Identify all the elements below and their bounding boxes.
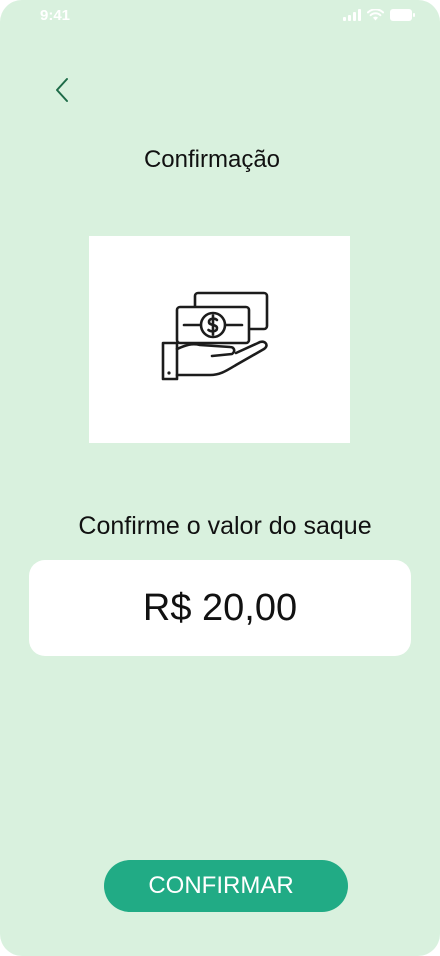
- wifi-icon: [367, 9, 384, 21]
- status-icons: [343, 9, 416, 21]
- signal-icon: [343, 9, 361, 21]
- withdraw-prompt: Confirme o valor do saque: [78, 512, 372, 540]
- app-screen: 9:41 Confirmação Confirme o valor do saq…: [0, 0, 440, 956]
- illustration-card: [89, 236, 350, 443]
- page-title: Confirmação: [143, 146, 281, 173]
- chevron-left-icon: [54, 77, 70, 108]
- confirm-button[interactable]: CONFIRMAR: [104, 860, 348, 912]
- hand-money-icon: [160, 287, 280, 392]
- status-time: 9:41: [40, 7, 71, 24]
- amount-card: R$ 20,00: [29, 560, 411, 656]
- status-bar: 9:41: [0, 0, 440, 34]
- amount-value: R$ 20,00: [142, 586, 298, 629]
- battery-icon: [390, 9, 416, 21]
- back-button[interactable]: [46, 76, 78, 108]
